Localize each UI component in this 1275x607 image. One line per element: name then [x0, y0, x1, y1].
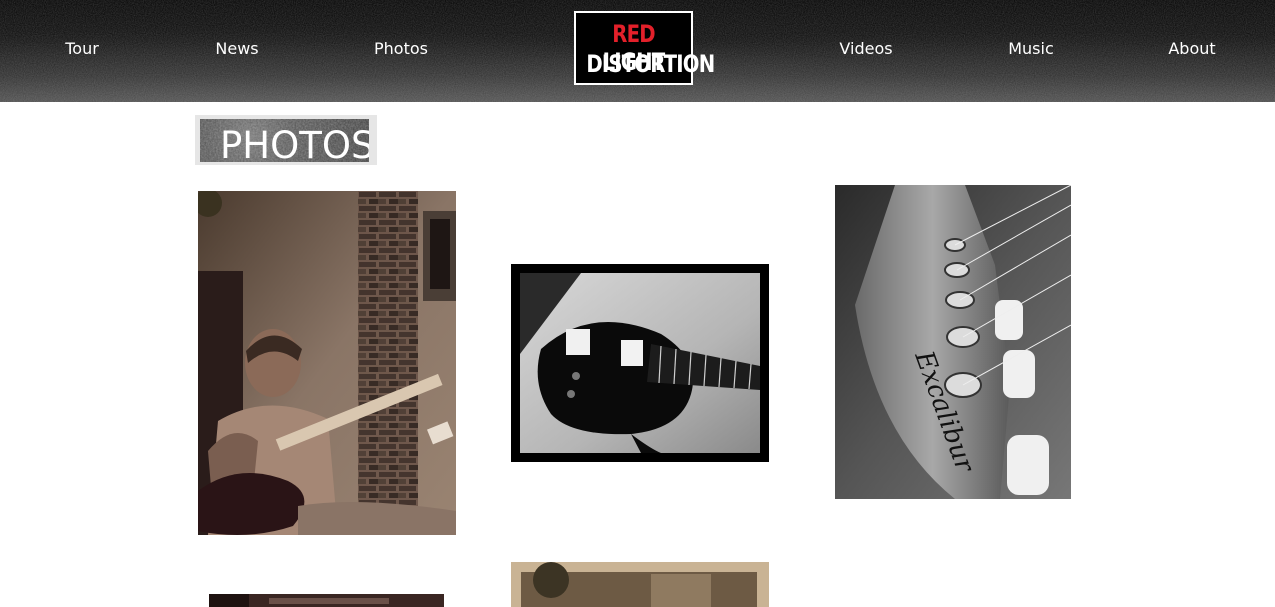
band-logo[interactable]: RED LIGHT DISTORTION	[574, 11, 715, 85]
nav-videos[interactable]: Videos	[839, 38, 892, 60]
guitarist-image	[198, 191, 456, 535]
site-header: Tour News Photos RED LIGHT DISTORTION Vi…	[0, 0, 1275, 102]
guitar-dark-image	[209, 594, 444, 607]
heading-stone-plate: PHOTOS	[200, 119, 369, 162]
headstock-image: Excalibur	[835, 185, 1071, 499]
photo-guitar-bw[interactable]	[511, 264, 769, 462]
nav-tour[interactable]: Tour	[65, 38, 99, 60]
photo-guitarist[interactable]	[198, 191, 456, 535]
nav-about[interactable]: About	[1168, 38, 1215, 60]
photo-guitar-dark[interactable]	[209, 594, 444, 607]
logo-word-red: RED	[612, 20, 655, 48]
building-image	[511, 562, 769, 607]
nav-news[interactable]: News	[215, 38, 258, 60]
photo-building[interactable]	[511, 562, 769, 607]
nav-music[interactable]: Music	[1008, 38, 1054, 60]
section-heading: PHOTOS	[195, 115, 377, 165]
page-title: PHOTOS	[220, 124, 369, 162]
nav-photos[interactable]: Photos	[374, 38, 428, 60]
photo-headstock[interactable]: Excalibur	[835, 185, 1071, 499]
logo-word-distortion: DISTORTION	[586, 50, 715, 78]
guitar-bw-image	[520, 273, 760, 453]
